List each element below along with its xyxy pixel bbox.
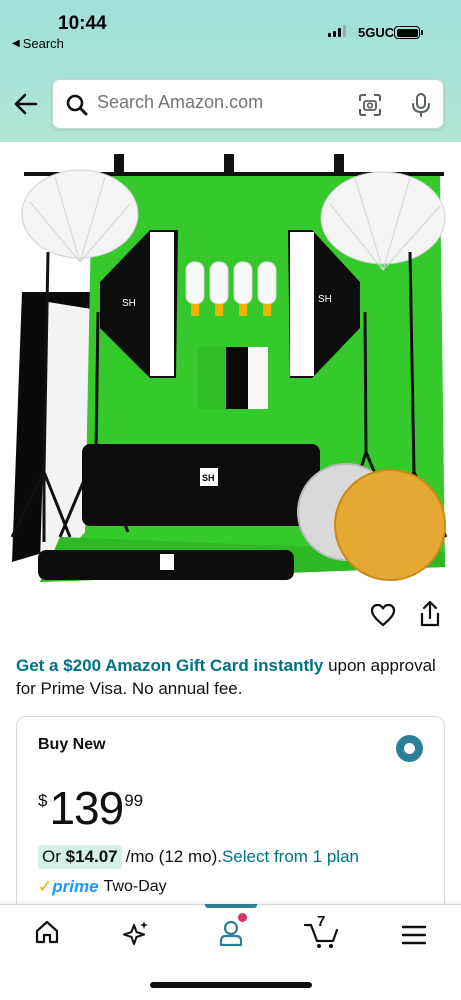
monthly-terms: /mo (12 mo). [125,847,222,866]
buy-new-card[interactable]: Buy New $ 139 99 Or $14.07 /mo (12 mo). … [16,716,445,926]
price-fraction: 99 [124,791,144,810]
monthly-amount: $14.07 [65,847,118,866]
select-plan-link[interactable]: Select from 1 plan [222,847,359,867]
network-type: 5GUC [358,25,395,40]
top-header: 10:44 ◀ Search 5GUC [0,0,461,142]
svg-text:SH: SH [202,473,215,483]
share-icon[interactable] [419,600,441,628]
status-time: 10:44 [58,13,107,34]
heart-wishlist-icon[interactable] [370,603,396,627]
battery-icon [394,26,420,39]
price-whole: 139 [49,782,124,834]
back-to-search-link[interactable]: ◀ Search [12,36,64,51]
monthly-prefix: Or [42,847,66,866]
search-bar[interactable] [52,79,444,129]
svg-text:SH: SH [122,298,136,309]
active-tab-indicator [205,904,257,908]
gift-card-offer-link[interactable]: Get a $200 Amazon Gift Card instantly [16,656,323,675]
battery-cap [421,30,423,35]
back-arrow-icon[interactable] [12,90,40,118]
camera-scan-icon[interactable] [358,93,382,117]
search-input[interactable] [97,92,347,113]
home-icon[interactable] [34,919,60,945]
monthly-payment: Or $14.07 /mo (12 mo). Select from 1 pla… [38,845,359,869]
menu-icon[interactable] [402,925,426,945]
prime-check-icon: ✓ [38,877,53,896]
microphone-icon[interactable] [410,92,432,118]
prime-delivery-speed: Two-Day [103,878,167,895]
sparkle-icon[interactable] [121,919,151,947]
monthly-price-pill: Or $14.07 [38,845,122,869]
prime-visa-promo: Get a $200 Amazon Gift Card instantly up… [16,654,446,700]
back-to-search-label: Search [22,36,64,51]
home-indicator [150,982,312,988]
buy-new-title: Buy New [38,736,106,753]
search-icon [66,94,88,116]
signal-icon [328,25,346,37]
prime-logo: prime [52,877,99,896]
account-icon[interactable] [218,919,244,947]
back-triangle-icon: ◀ [12,38,20,49]
price: $ 139 99 [38,783,143,833]
notification-dot [238,913,247,922]
prime-delivery: ✓ prime Two-Day [38,877,167,897]
cart-count: 7 [317,913,326,930]
svg-text:SH: SH [318,294,332,305]
buy-new-radio[interactable] [396,735,423,762]
price-currency: $ [38,791,48,810]
product-image[interactable]: SH SH SH [0,142,461,590]
